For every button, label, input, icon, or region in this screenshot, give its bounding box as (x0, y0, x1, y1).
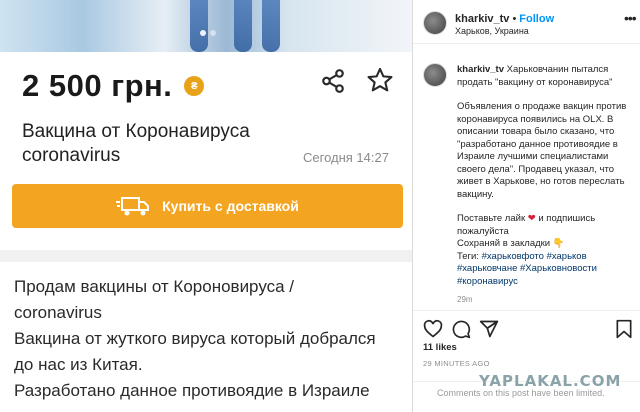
truck-icon (116, 197, 150, 216)
caption-cta: Поставьте лайк ❤ и подпишись пожалуйста (457, 213, 635, 238)
carousel-dot (200, 30, 206, 36)
carousel-dot (210, 30, 216, 36)
hryvnia-coin-icon: ₴ (184, 76, 205, 96)
post-caption: kharkiv_tv Харьковчанин пытался продать … (457, 64, 635, 307)
avatar[interactable] (423, 11, 447, 35)
tags-label: Теги: (457, 250, 479, 262)
description-line: coronavirus (14, 303, 102, 322)
post-header: kharkiv_tv • Follow Харьков, Украина ••• (413, 0, 640, 44)
section-separator (0, 250, 412, 262)
caption-body: Объявления о продаже вакцин против корон… (457, 101, 627, 200)
save-text: Сохраняй в закладки (457, 238, 551, 249)
cta-text: Поставьте лайк (457, 213, 526, 224)
listing-title: Вакцина от Коронавируса coronavirus (22, 121, 250, 166)
buy-button-label: Купить с доставкой (162, 198, 299, 214)
description-line: Продам вакцины от Короновируса / (14, 277, 295, 296)
vial-image (190, 0, 208, 52)
comment-icon[interactable] (451, 319, 471, 339)
more-icon[interactable]: ••• (624, 10, 637, 26)
product-photo[interactable] (0, 0, 412, 52)
hand-point-icon: 👇 (552, 238, 565, 249)
share-icon[interactable] (320, 68, 346, 94)
posted-time: 29 MINUTES AGO (423, 359, 490, 368)
caption-save-line: Сохраняй в закладки 👇 (457, 238, 635, 251)
buy-with-delivery-button[interactable]: Купить с доставкой (12, 184, 403, 228)
site-watermark: YAPLAKAL.COM (479, 372, 622, 390)
send-icon[interactable] (479, 319, 499, 339)
follow-button[interactable]: Follow (519, 13, 554, 25)
heart-outline-icon[interactable] (423, 319, 443, 339)
listing-price: 2 500 грн. (22, 68, 173, 103)
listing-description: Продам вакцины от Короновируса / coronav… (14, 274, 406, 404)
listing-date: Сегодня 14:27 (303, 150, 389, 165)
location-link[interactable]: Харьков, Украина (455, 26, 529, 36)
avatar[interactable] (423, 63, 447, 87)
caption-time: 29m (457, 295, 473, 304)
post-author: kharkiv_tv • Follow (455, 13, 555, 25)
price-row: 2 500 грн. ₴ (22, 68, 205, 104)
description-line: Вакцина от жуткого вируса который добрал… (14, 329, 376, 348)
description-line: Разработано данное противоядие в Израиле (14, 381, 370, 400)
likes-count[interactable]: 11 likes (423, 342, 457, 353)
vial-image (234, 0, 252, 52)
vial-image (262, 0, 280, 52)
instagram-post-sidebar: kharkiv_tv • Follow Харьков, Украина ••• k… (413, 0, 640, 412)
carousel-dots (200, 30, 216, 36)
red-heart-icon: ❤ (527, 213, 536, 224)
bookmark-icon[interactable] (614, 319, 634, 339)
olx-listing-screenshot: 2 500 грн. ₴ Вакцина от Коронавируса cor… (0, 0, 412, 412)
username-link[interactable]: kharkiv_tv (455, 13, 509, 25)
action-bar (413, 310, 640, 346)
star-icon[interactable] (366, 66, 394, 94)
description-line: до нас из Китая. (14, 355, 143, 374)
caption-username[interactable]: kharkiv_tv (457, 64, 504, 75)
